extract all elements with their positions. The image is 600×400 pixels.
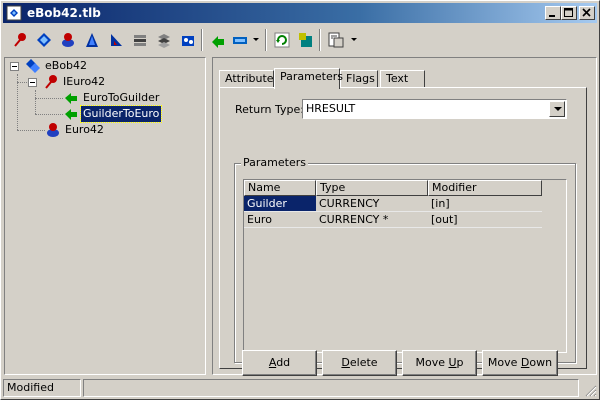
tree-node-label-selected: GuilderToEuro <box>79 105 163 123</box>
cell-name: Euro <box>244 212 316 228</box>
column-header-name[interactable]: Name <box>244 180 316 196</box>
parameters-group-label: Parameters <box>241 156 308 169</box>
coclass-icon <box>47 123 59 137</box>
application-window: eBob42.tlb eBob42 IEuro42 EuroToGuilder … <box>0 0 600 400</box>
return-type-select[interactable]: HRESULT <box>302 99 567 119</box>
toolbar-separator <box>265 29 267 51</box>
dispinterface-icon <box>37 33 51 47</box>
cell-name: Guilder <box>244 196 316 212</box>
method-icon <box>65 109 77 120</box>
close-button[interactable] <box>579 6 595 20</box>
title-bar[interactable]: eBob42.tlb <box>3 3 597 23</box>
column-header-type[interactable]: Type <box>316 180 428 196</box>
tree-node-label: eBob42 <box>45 59 88 72</box>
new-interface-button[interactable] <box>9 29 31 51</box>
resize-grip-icon[interactable] <box>583 383 597 397</box>
method-icon <box>212 36 224 48</box>
enum-icon <box>86 33 98 47</box>
new-method-button[interactable] <box>207 29 229 51</box>
method-icon <box>65 93 77 104</box>
tree-line <box>35 114 63 116</box>
add-button[interactable]: Add <box>242 350 317 376</box>
new-module-button[interactable] <box>177 29 199 51</box>
module-icon <box>182 36 194 46</box>
tree-line <box>17 82 27 84</box>
parameters-panel: Return Type: HRESULT Parameters Name Typ… <box>219 87 587 376</box>
export-button[interactable] <box>325 29 347 51</box>
refresh-icon <box>274 32 290 48</box>
export-dropdown-arrow[interactable] <box>351 38 357 41</box>
cell-modifier: [in] <box>428 196 542 212</box>
export-icon <box>328 32 344 48</box>
tab-parameters[interactable]: Parameters <box>274 68 343 89</box>
tree-line <box>35 98 63 100</box>
register-icon <box>299 33 312 47</box>
interface-icon <box>14 33 26 47</box>
window-title: eBob42.tlb <box>27 6 101 20</box>
close-icon <box>582 8 591 17</box>
parameters-list[interactable]: Name Type Modifier Guilder CURRENCY [in]… <box>243 179 567 353</box>
minimize-button[interactable] <box>545 6 561 20</box>
tree-line <box>35 90 37 114</box>
collapse-toggle-ebob42[interactable] <box>10 62 19 71</box>
delete-button[interactable]: Delete <box>322 350 397 376</box>
status-bar: Modified <box>3 379 597 397</box>
parameters-group: Parameters Name Type Modifier Guilder CU… <box>234 156 576 363</box>
details-pane: Attributes Parameters Flags Text Return … <box>212 57 597 376</box>
column-header-modifier[interactable]: Modifier <box>428 180 542 196</box>
maximize-button[interactable] <box>561 6 577 20</box>
toolbar-separator <box>319 29 321 51</box>
move-up-button[interactable]: Move Up <box>402 350 477 376</box>
new-alias-button[interactable] <box>105 29 127 51</box>
new-record-button[interactable] <box>129 29 151 51</box>
tab-text[interactable]: Text <box>380 70 425 88</box>
type-library-icon <box>6 5 22 21</box>
union-icon <box>158 34 170 48</box>
tree-line <box>17 130 45 132</box>
alias-icon <box>111 34 122 46</box>
new-enum-button[interactable] <box>81 29 103 51</box>
new-dispinterface-button[interactable] <box>33 29 55 51</box>
table-row[interactable]: Euro CURRENCY * [out] <box>244 212 542 228</box>
cell-type: CURRENCY <box>316 196 428 212</box>
register-button[interactable] <box>295 29 317 51</box>
interface-icon <box>45 75 57 89</box>
chevron-down-icon[interactable] <box>549 101 565 117</box>
toolbar-separator <box>201 29 203 51</box>
property-dropdown-arrow[interactable] <box>253 38 259 41</box>
new-union-button[interactable] <box>153 29 175 51</box>
table-row[interactable]: Guilder CURRENCY [in] <box>244 196 542 212</box>
property-icon <box>233 37 247 44</box>
return-type-value: HRESULT <box>306 102 356 115</box>
return-type-label: Return Type: <box>235 103 304 116</box>
cell-modifier: [out] <box>428 212 542 228</box>
toolbar <box>3 25 597 55</box>
collapse-toggle-ieuro42[interactable] <box>28 78 37 87</box>
type-library-tree[interactable]: eBob42 IEuro42 EuroToGuilder GuilderToEu… <box>4 57 206 375</box>
new-coclass-button[interactable] <box>57 29 79 51</box>
coclass-icon <box>62 33 74 47</box>
move-down-button[interactable]: Move Down <box>482 350 558 376</box>
tab-attributes[interactable]: Attributes <box>219 70 279 88</box>
tree-node-label: Euro42 <box>65 123 104 136</box>
tab-flags[interactable]: Flags <box>340 70 378 88</box>
minimize-icon <box>549 15 555 17</box>
status-text: Modified <box>3 379 81 397</box>
tree-node-label: IEuro42 <box>63 75 106 88</box>
refresh-button[interactable] <box>271 29 293 51</box>
status-panel-empty <box>83 379 579 397</box>
tree-node-label: EuroToGuilder <box>83 91 160 104</box>
new-property-button[interactable] <box>229 29 251 51</box>
maximize-icon <box>564 8 573 17</box>
cell-type: CURRENCY * <box>316 212 428 228</box>
library-icon <box>26 59 40 73</box>
record-icon <box>134 35 146 46</box>
